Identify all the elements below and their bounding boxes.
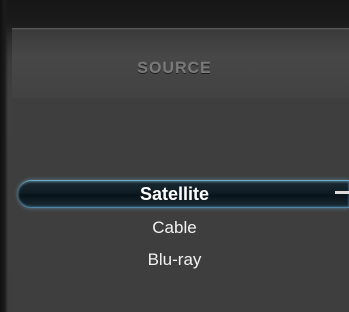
source-item-label: Blu-ray [147, 250, 202, 269]
source-menu-screen: SOURCE Satellite Cable Blu-ray [0, 0, 349, 312]
source-item-cable[interactable]: Cable [0, 212, 349, 244]
source-item-bluray[interactable]: Blu-ray [0, 244, 349, 276]
source-list: Satellite Cable Blu-ray [0, 176, 349, 276]
source-item-label: Cable [152, 218, 197, 237]
source-item-label: Satellite [139, 184, 210, 204]
arrow-indicator-icon [335, 189, 349, 197]
source-item-satellite[interactable]: Satellite [0, 176, 349, 212]
menu-title: SOURCE [137, 60, 212, 77]
